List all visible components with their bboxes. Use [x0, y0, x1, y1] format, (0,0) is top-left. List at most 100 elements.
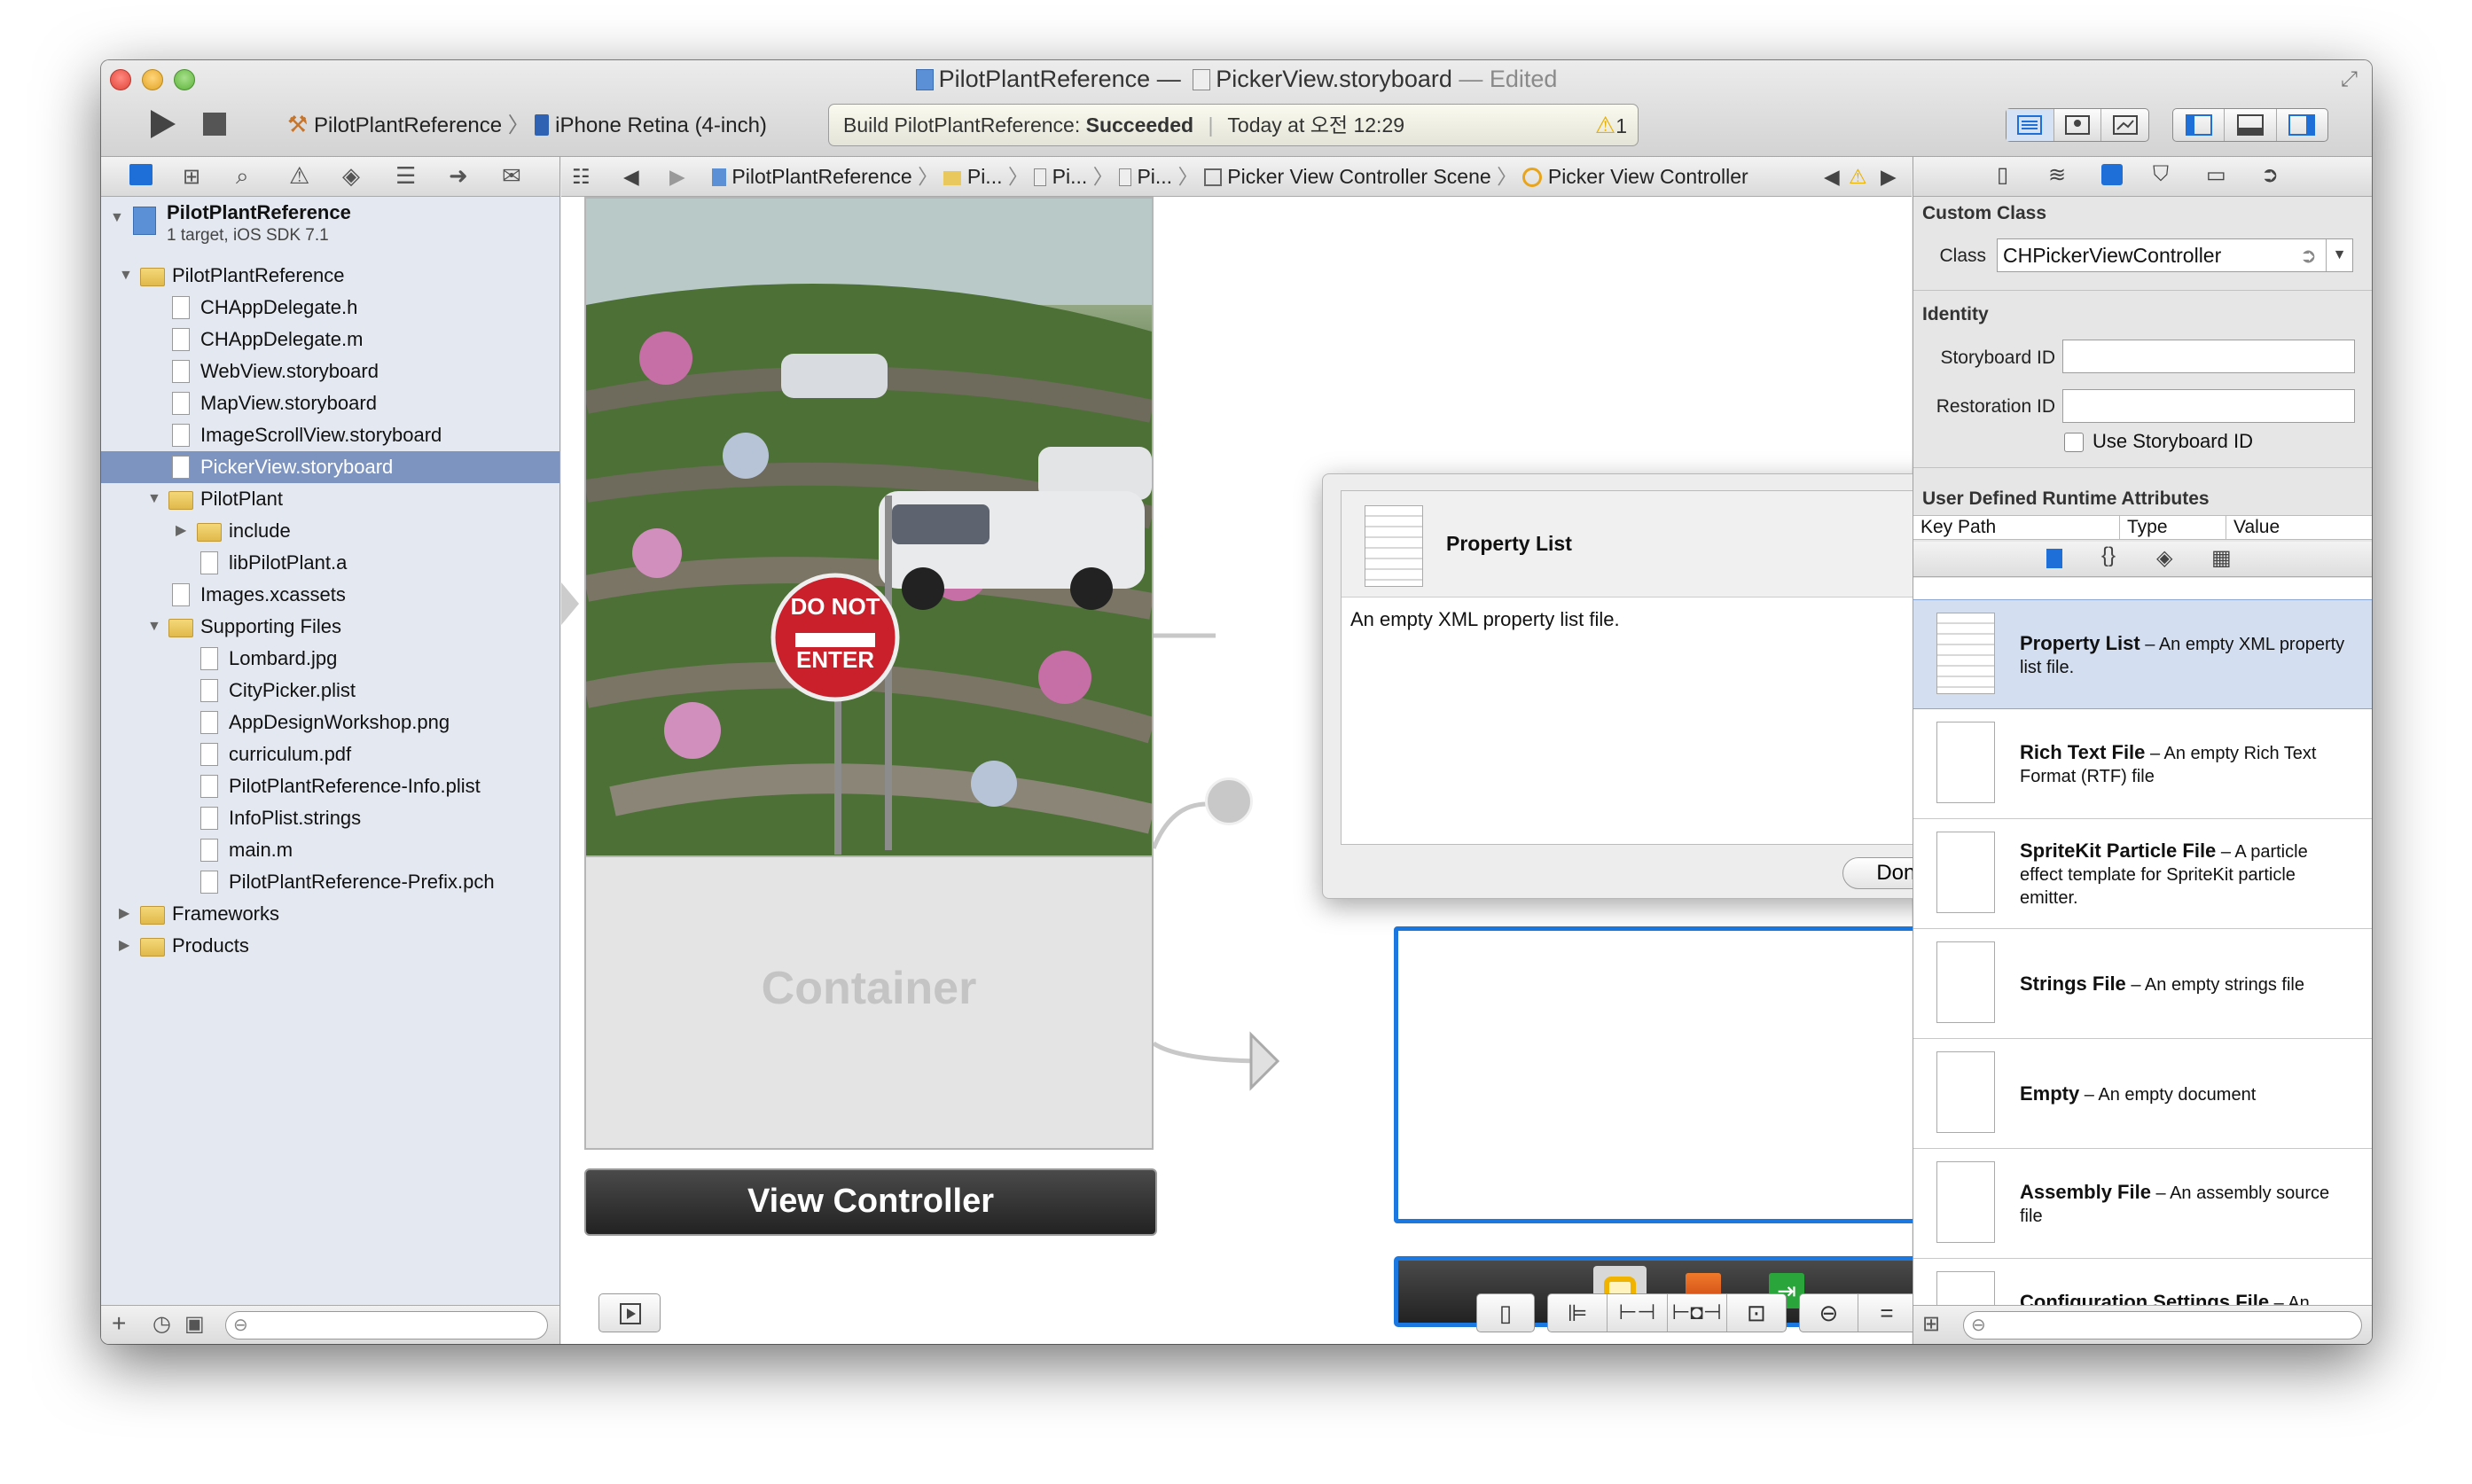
issue-navigator-icon[interactable]: ⚠: [289, 162, 309, 190]
tree-group-row[interactable]: ▶ Products: [101, 930, 559, 962]
pin-icon[interactable]: ⊢⊣: [1608, 1294, 1668, 1332]
media-library-icon[interactable]: ▦: [2211, 545, 2232, 571]
storyboard-id-field[interactable]: [2062, 340, 2355, 373]
project-navigator-icon[interactable]: [129, 164, 153, 185]
tree-group-row[interactable]: ▶ Frameworks: [101, 898, 559, 930]
picker-view-controller-scene[interactable]: [1394, 926, 1974, 1223]
segue-icon[interactable]: [1205, 777, 1253, 825]
back-arrow-icon[interactable]: ◀: [623, 157, 639, 196]
tree-group-row[interactable]: ▼ Supporting Files: [101, 611, 559, 643]
symbol-navigator-icon[interactable]: ⊞: [183, 164, 200, 190]
library-item[interactable]: Configuration Settings File – An empty X…: [1913, 1259, 2372, 1305]
library-item[interactable]: Property List – An empty XML property li…: [1913, 599, 2372, 709]
tree-file-row[interactable]: MapView.storyboard: [101, 387, 559, 419]
grid-view-icon[interactable]: ⊞: [1922, 1311, 1940, 1337]
object-library-icon[interactable]: ◈: [2156, 545, 2172, 571]
identity-inspector-icon[interactable]: [2101, 164, 2123, 185]
log-navigator-icon[interactable]: ✉: [502, 162, 521, 190]
toggle-navigator-icon[interactable]: [2173, 109, 2226, 141]
tree-file-row[interactable]: CHAppDelegate.m: [101, 324, 559, 355]
tree-group-row[interactable]: ▼ PilotPlant: [101, 483, 559, 515]
view-controller-scene[interactable]: DO NOT ENTER Container: [584, 197, 1154, 1150]
zoom-out-icon[interactable]: ⊖: [1800, 1294, 1858, 1332]
library-item[interactable]: Strings File – An empty strings file: [1913, 929, 2372, 1039]
warning-badge[interactable]: ⚠1: [1595, 105, 1627, 146]
assistant-editor-icon[interactable]: [2054, 109, 2102, 141]
breadcrumb-base[interactable]: Pi...: [1137, 165, 1172, 188]
scm-status-icon[interactable]: ▣: [184, 1311, 205, 1337]
size-inspector-icon[interactable]: ▭: [2206, 162, 2226, 188]
tree-file-row[interactable]: Lombard.jpg: [101, 643, 559, 675]
tree-file-row[interactable]: PilotPlantReference-Prefix.pch: [101, 866, 559, 898]
version-editor-icon[interactable]: [2101, 109, 2148, 141]
project-root-row[interactable]: ▼ PilotPlantReference 1 target, iOS SDK …: [101, 199, 559, 253]
prev-issue-icon[interactable]: ◀: [1824, 157, 1840, 196]
tree-file-row[interactable]: InfoPlist.strings: [101, 802, 559, 834]
file-inspector-icon[interactable]: ▯: [1997, 162, 2008, 188]
code-snippet-library-icon[interactable]: {}: [2101, 543, 2116, 568]
tree-file-row[interactable]: AppDesignWorkshop.png: [101, 707, 559, 738]
resolve-icon[interactable]: ⊢◘⊣: [1668, 1294, 1727, 1332]
scheme-selector[interactable]: ⚒ PilotPlantReference 〉 iPhone Retina (4…: [287, 108, 767, 140]
resizing-icon[interactable]: ⊡: [1727, 1294, 1786, 1332]
chevron-down-icon[interactable]: ▼: [2326, 239, 2352, 271]
container-view[interactable]: Container: [586, 855, 1152, 1148]
add-icon[interactable]: +: [112, 1309, 126, 1338]
quick-help-icon[interactable]: ≋: [2048, 162, 2066, 188]
attributes-inspector-icon[interactable]: ⛉: [2153, 162, 2169, 187]
tree-group-row[interactable]: ▶ include: [101, 515, 559, 547]
disclosure-closed-icon[interactable]: ▶: [176, 515, 186, 547]
scheme-device[interactable]: iPhone Retina (4-inch): [555, 113, 767, 137]
breadcrumb-project[interactable]: PilotPlantReference: [731, 165, 911, 188]
debug-navigator-icon[interactable]: ☰: [395, 162, 416, 190]
tree-file-row[interactable]: PilotPlantReference-Info.plist: [101, 770, 559, 802]
connections-inspector-icon[interactable]: ➲: [2261, 162, 2279, 188]
tree-file-row[interactable]: PickerView.storyboard: [101, 451, 559, 483]
breadcrumb-group[interactable]: Pi...: [967, 165, 1003, 188]
library-item[interactable]: Assembly File – An assembly source file: [1913, 1149, 2372, 1259]
library-item[interactable]: Empty – An empty document: [1913, 1039, 2372, 1149]
file-template-library-icon[interactable]: [2046, 549, 2062, 568]
tree-file-row[interactable]: CityPicker.plist: [101, 675, 559, 707]
class-combo-field[interactable]: CHPickerViewController ➲ ▼: [1997, 238, 2353, 272]
standard-editor-icon[interactable]: [2007, 109, 2054, 141]
test-navigator-icon[interactable]: ◈: [342, 162, 360, 190]
toggle-debug-area-icon[interactable]: [2225, 109, 2277, 141]
breadcrumb-scene[interactable]: Picker View Controller Scene: [1227, 165, 1490, 188]
tree-file-row[interactable]: main.m: [101, 834, 559, 866]
restoration-id-field[interactable]: [2062, 389, 2355, 423]
tree-file-row[interactable]: curriculum.pdf: [101, 738, 559, 770]
related-items-icon[interactable]: ☷: [572, 157, 591, 196]
recent-files-icon[interactable]: ◷: [153, 1311, 171, 1337]
align-icon[interactable]: ⊫: [1548, 1294, 1608, 1332]
disclosure-open-icon[interactable]: ▼: [147, 611, 161, 643]
disclosure-open-icon[interactable]: ▼: [147, 483, 161, 515]
library-item[interactable]: Rich Text File – An empty Rich Text Form…: [1913, 709, 2372, 819]
run-button[interactable]: [144, 106, 179, 142]
fullscreen-icon[interactable]: ⤢: [2341, 67, 2358, 92]
form-factor-button[interactable]: ▯: [1476, 1293, 1535, 1332]
breadcrumb-vc[interactable]: Picker View Controller: [1548, 165, 1748, 188]
vc-scene-dock[interactable]: View Controller: [584, 1168, 1157, 1236]
use-storyboard-id-checkbox[interactable]: [2064, 433, 2084, 452]
stop-button[interactable]: [200, 110, 229, 138]
library-filter-field[interactable]: ⊖: [1963, 1311, 2362, 1340]
disclosure-closed-icon[interactable]: ▶: [119, 898, 129, 930]
tree-file-row[interactable]: WebView.storyboard: [101, 355, 559, 387]
zoom-fit-icon[interactable]: =: [1858, 1294, 1917, 1332]
library-item[interactable]: SpriteKit Particle File – A particle eff…: [1913, 819, 2372, 929]
disclosure-open-icon[interactable]: ▼: [119, 260, 133, 292]
search-icon[interactable]: ⌕: [236, 162, 249, 191]
toggle-utilities-icon[interactable]: [2277, 109, 2327, 141]
warning-icon[interactable]: ⚠: [1849, 157, 1867, 196]
tree-file-row[interactable]: ImageScrollView.storyboard: [101, 419, 559, 451]
tree-group-row[interactable]: ▼ PilotPlantReference: [101, 260, 559, 292]
breakpoint-navigator-icon[interactable]: ➜: [449, 162, 468, 190]
disclosure-closed-icon[interactable]: ▶: [119, 930, 129, 962]
tree-file-row[interactable]: CHAppDelegate.h: [101, 292, 559, 324]
tree-file-row[interactable]: Images.xcassets: [101, 579, 559, 611]
forward-arrow-icon[interactable]: ▶: [669, 157, 685, 196]
breadcrumb-file[interactable]: Pi...: [1052, 165, 1088, 188]
tree-file-row[interactable]: libPilotPlant.a: [101, 547, 559, 579]
document-outline-toggle[interactable]: [598, 1293, 661, 1332]
